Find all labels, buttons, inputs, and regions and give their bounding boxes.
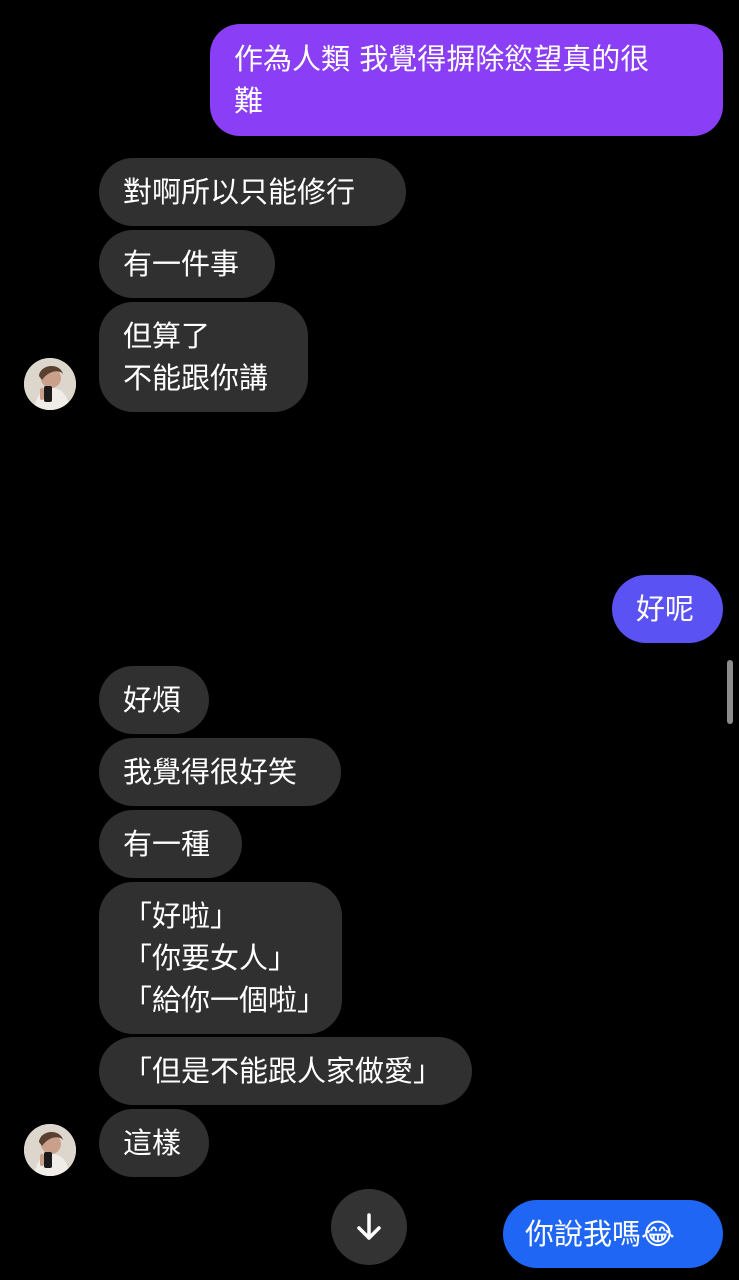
received-message[interactable]: 好煩 — [99, 666, 209, 734]
avatar-image — [24, 358, 76, 410]
received-message[interactable]: 這樣 — [99, 1109, 209, 1177]
received-message[interactable]: 但算了 不能跟你講 — [99, 302, 308, 412]
contact-avatar[interactable] — [24, 1124, 76, 1176]
received-message[interactable]: 有一件事 — [99, 230, 275, 298]
sent-emoji[interactable]: 😂 — [622, 446, 713, 536]
contact-avatar[interactable] — [24, 358, 76, 410]
sent-message[interactable]: 好呢 — [612, 575, 723, 643]
arrow-down-icon — [357, 1213, 381, 1240]
scroll-to-bottom-button[interactable] — [331, 1189, 407, 1265]
sent-message[interactable]: 你說我嗎😂 — [503, 1200, 723, 1268]
received-message[interactable]: 有一種 — [99, 810, 242, 878]
received-message[interactable]: 對啊所以只能修行 — [99, 158, 406, 226]
avatar-image — [24, 1124, 76, 1176]
received-message[interactable]: 「但是不能跟人家做愛」 — [99, 1037, 472, 1105]
received-message[interactable]: 我覺得很好笑 — [99, 738, 341, 806]
scrollbar[interactable] — [727, 660, 733, 724]
chat-thread[interactable]: 作為人類 我覺得摒除慾望真的很 難 對啊所以只能修行 有一件事 但算了 不能跟你… — [0, 0, 739, 1280]
received-message[interactable]: 「好啦」 「你要女人」 「給你一個啦」 — [99, 882, 342, 1034]
sent-message[interactable]: 作為人類 我覺得摒除慾望真的很 難 — [210, 24, 723, 136]
